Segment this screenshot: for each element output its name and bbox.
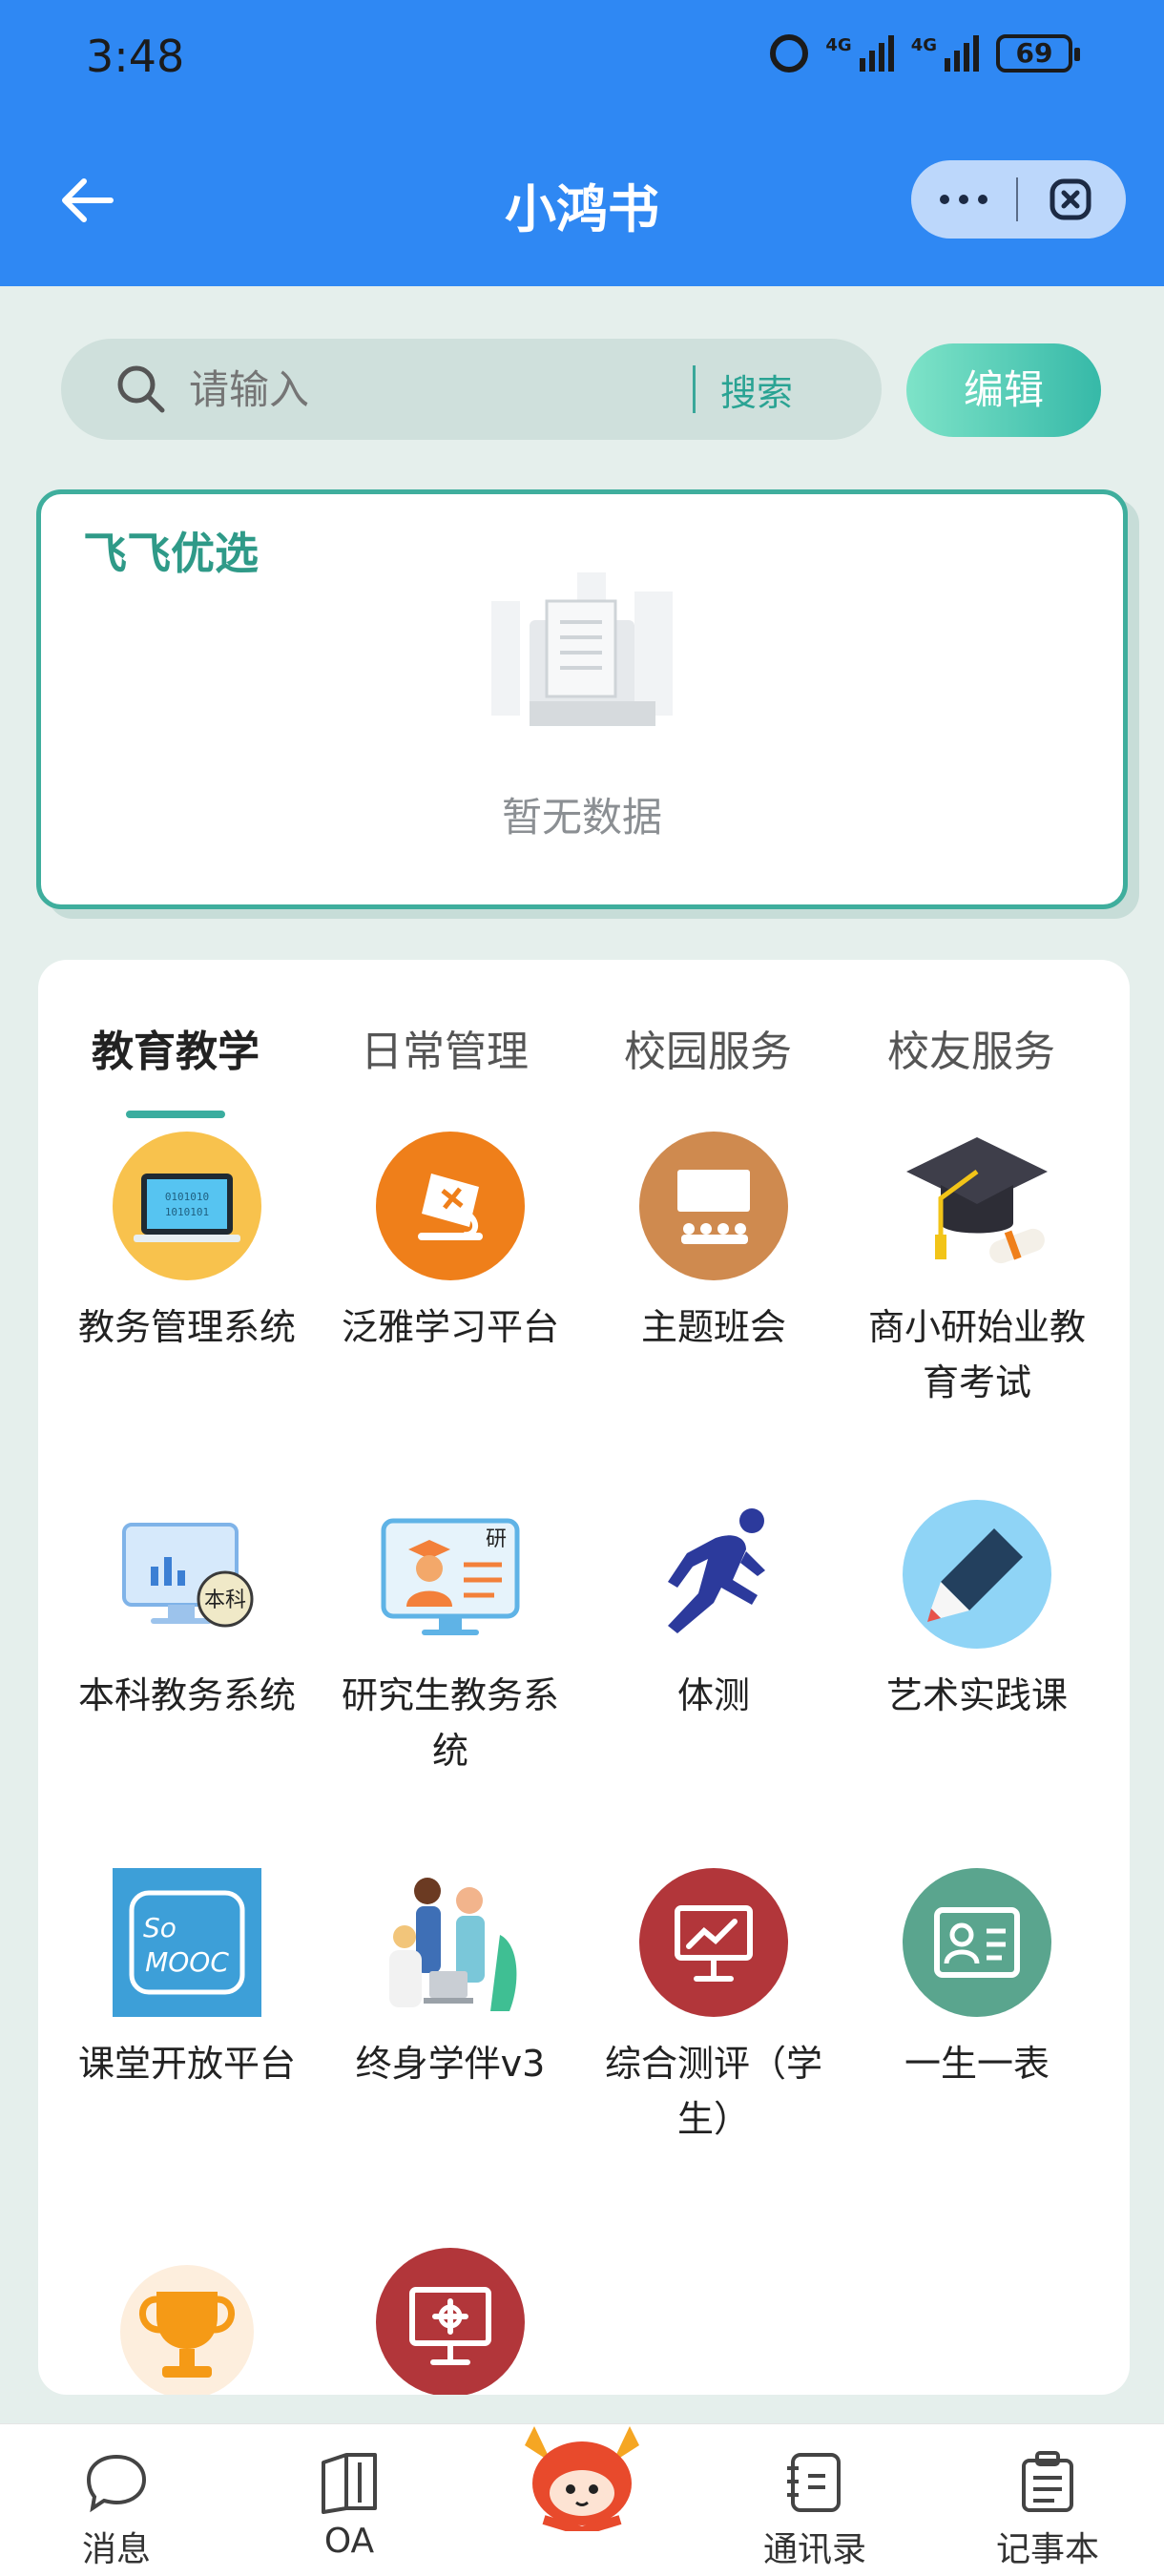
fanya-icon xyxy=(376,1132,525,1280)
app-label: 教务管理系统 xyxy=(77,1306,296,1348)
featured-card: 飞飞优选 暂无数据 xyxy=(36,489,1128,909)
app-item[interactable]: 本科 本科教务系统 xyxy=(53,1500,321,1723)
status-icons: 4G 4G 69 xyxy=(770,34,1080,73)
marker-icon xyxy=(903,1500,1051,1649)
app-label: 课堂开放平台 xyxy=(77,2043,296,2085)
app-label: 艺术实践课 xyxy=(885,1674,1068,1716)
nav-item-home[interactable] xyxy=(466,2424,698,2576)
nav-item-messages[interactable]: 消息 xyxy=(0,2424,233,2576)
miniapp-capsule xyxy=(911,160,1126,239)
app-label: 一生一表 xyxy=(904,2043,1050,2085)
svg-text:本科: 本科 xyxy=(204,1589,246,1612)
book-icon xyxy=(322,2453,377,2514)
app-item[interactable]: 艺术实践课 xyxy=(843,1500,1111,1723)
app-item[interactable]: 一生一表 xyxy=(843,1868,1111,2091)
app-item[interactable]: 综合测评（学生） xyxy=(580,1868,847,2147)
runner-icon xyxy=(639,1500,788,1649)
svg-text:MOOC: MOOC xyxy=(145,1946,229,1978)
graduation-cap-icon xyxy=(903,1132,1051,1280)
tab-alumni-services[interactable]: 校友服务 xyxy=(838,1017,1105,1078)
nav-label: 消息 xyxy=(81,2530,151,2569)
close-button[interactable] xyxy=(1018,160,1123,239)
tab-education[interactable]: 教育教学 xyxy=(42,1017,309,1078)
svg-text:So: So xyxy=(143,1912,177,1943)
bottom-nav: 消息 OA 通讯录 记事本 xyxy=(0,2423,1164,2576)
app-item[interactable]: 0101010 1010101 教务管理系统 xyxy=(53,1132,321,1355)
more-button[interactable] xyxy=(911,160,1016,239)
mascot-icon xyxy=(525,2426,639,2537)
category-tabs: 教育教学 日常管理 校园服务 校友服务 xyxy=(38,1017,1130,1118)
apps-panel: 教育教学 日常管理 校园服务 校友服务 0101010 1010101 教务管理… xyxy=(38,960,1130,2395)
svg-text:研: 研 xyxy=(486,1527,507,1551)
app-item[interactable]: So MOOC 课堂开放平台 xyxy=(53,1868,321,2091)
people-icon xyxy=(376,1868,525,2017)
app-label: 泛雅学习平台 xyxy=(341,1306,559,1348)
presentation-icon xyxy=(376,2248,525,2395)
monitor-chart-icon: 本科 xyxy=(113,1500,261,1649)
app-item[interactable]: 商小研始业教育考试 xyxy=(843,1132,1111,1410)
app-label: 商小研始业教育考试 xyxy=(867,1306,1086,1403)
chart-board-icon xyxy=(639,1868,788,2017)
nav-item-notepad[interactable]: 记事本 xyxy=(931,2424,1164,2576)
laptop-icon: 0101010 1010101 xyxy=(113,1132,261,1280)
status-time: 3:48 xyxy=(86,31,185,82)
signal-icon: 4G xyxy=(825,35,894,72)
app-label: 研究生教务系统 xyxy=(341,1674,559,1772)
classroom-icon xyxy=(639,1132,788,1280)
search-divider xyxy=(693,365,696,413)
tab-underline xyxy=(126,1111,225,1118)
signal-icon-2: 4G xyxy=(911,35,979,72)
app-item[interactable] xyxy=(53,2257,321,2395)
nav-item-oa[interactable]: OA xyxy=(233,2424,466,2576)
svg-text:1010101: 1010101 xyxy=(165,1206,209,1218)
nav-label: 记事本 xyxy=(995,2530,1099,2569)
app-label: 终身学伴v3 xyxy=(355,2043,546,2085)
alarm-icon xyxy=(770,34,809,73)
app-label: 本科教务系统 xyxy=(77,1674,296,1716)
battery-icon: 69 xyxy=(996,34,1080,73)
app-header: 3:48 4G 4G 69 小鸿书 xyxy=(0,0,1164,286)
app-label: 综合测评（学生） xyxy=(604,2043,822,2140)
search-button[interactable]: 搜索 xyxy=(720,364,793,416)
close-icon xyxy=(1050,178,1091,220)
app-item[interactable] xyxy=(317,2248,584,2395)
empty-text: 暂无数据 xyxy=(501,794,662,841)
notepad-icon xyxy=(1022,2451,1073,2512)
app-label: 体测 xyxy=(676,1674,750,1716)
svg-text:0101010: 0101010 xyxy=(165,1191,209,1203)
edit-button[interactable]: 编辑 xyxy=(906,343,1101,437)
search-icon xyxy=(117,365,165,413)
search-input[interactable] xyxy=(189,365,685,413)
tab-campus-services[interactable]: 校园服务 xyxy=(574,1017,842,1078)
app-item[interactable]: 主题班会 xyxy=(580,1132,847,1355)
graduate-monitor-icon: 研 xyxy=(376,1500,525,1649)
id-card-icon xyxy=(903,1868,1051,2017)
app-item[interactable]: 终身学伴v3 xyxy=(317,1868,584,2091)
contacts-icon xyxy=(787,2453,841,2512)
tab-daily-management[interactable]: 日常管理 xyxy=(311,1017,578,1078)
app-item[interactable]: 泛雅学习平台 xyxy=(317,1132,584,1355)
nav-item-contacts[interactable]: 通讯录 xyxy=(698,2424,931,2576)
mooc-icon: So MOOC xyxy=(113,1868,261,2017)
featured-title: 飞飞优选 xyxy=(83,528,259,579)
app-label: 主题班会 xyxy=(640,1306,786,1348)
app-item[interactable]: 研 研究生教务系统 xyxy=(317,1500,584,1778)
app-item[interactable]: 体测 xyxy=(580,1500,847,1723)
chat-icon xyxy=(86,2454,147,2513)
nav-label: OA xyxy=(323,2522,375,2561)
trophy-icon xyxy=(113,2257,261,2395)
search-bar: 搜索 xyxy=(61,339,882,440)
empty-document-icon xyxy=(491,572,673,726)
nav-label: 通讯录 xyxy=(762,2530,866,2569)
